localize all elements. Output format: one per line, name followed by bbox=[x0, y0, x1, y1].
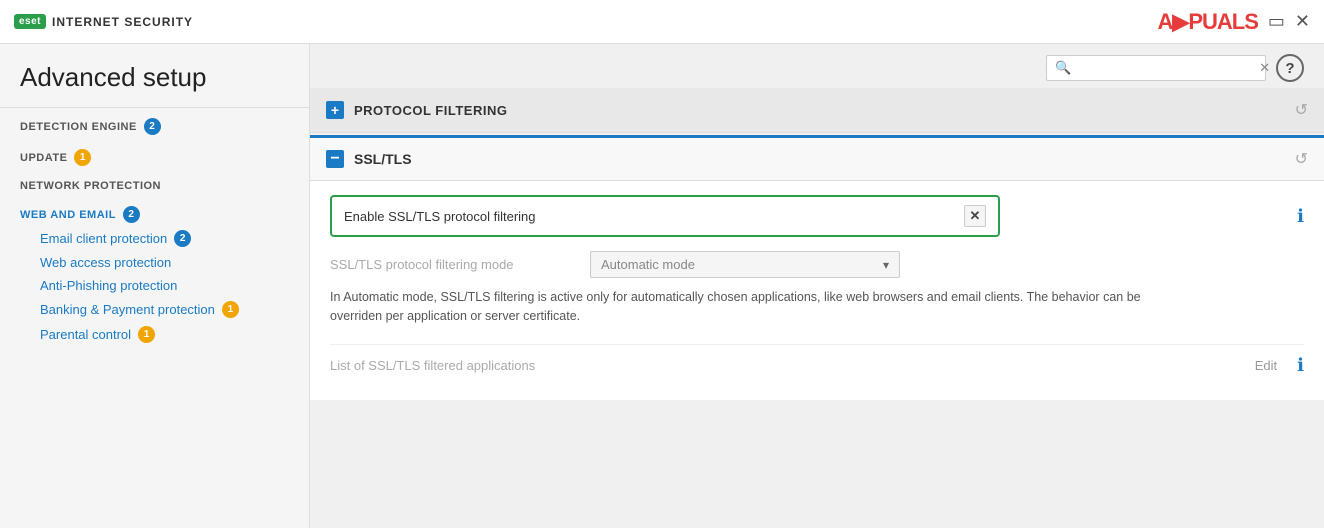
sidebar-section-network[interactable]: NETWORK PROTECTION bbox=[0, 170, 309, 196]
sidebar-label-network[interactable]: NETWORK PROTECTION bbox=[20, 180, 289, 192]
ssl-tls-panel: − SSL/TLS ↺ Enable SSL/TLS protocol filt… bbox=[310, 135, 1324, 400]
main-layout: Advanced setup DETECTION ENGINE 2 UPDATE… bbox=[0, 44, 1324, 528]
badge-detection: 2 bbox=[144, 118, 161, 135]
eset-badge: eset bbox=[14, 14, 46, 29]
filter-mode-select[interactable]: Automatic mode ▾ bbox=[590, 251, 900, 278]
ssl-tls-header: − SSL/TLS ↺ bbox=[310, 135, 1324, 181]
sidebar: Advanced setup DETECTION ENGINE 2 UPDATE… bbox=[0, 44, 310, 528]
ssl-tls-title: SSL/TLS bbox=[354, 151, 1285, 167]
badge-banking: 1 bbox=[222, 301, 239, 318]
sidebar-section-update[interactable]: UPDATE 1 bbox=[0, 139, 309, 170]
top-bar-left: eset INTERNET SECURITY bbox=[14, 14, 193, 29]
sidebar-item-banking[interactable]: Banking & Payment protection 1 bbox=[40, 298, 289, 321]
sidebar-label-update[interactable]: UPDATE 1 bbox=[20, 149, 289, 166]
filter-mode-chevron-icon: ▾ bbox=[883, 258, 889, 272]
search-box[interactable]: 🔍 ✕ bbox=[1046, 55, 1266, 81]
badge-email-client: 2 bbox=[174, 230, 191, 247]
appuals-logo: A▶PUALS bbox=[1158, 9, 1258, 35]
content-header: 🔍 ✕ ? bbox=[310, 44, 1324, 88]
sidebar-section-detection[interactable]: DETECTION ENGINE 2 bbox=[0, 108, 309, 139]
filtered-apps-row: List of SSL/TLS filtered applications Ed… bbox=[330, 344, 1304, 386]
eset-logo: eset INTERNET SECURITY bbox=[14, 14, 193, 29]
sidebar-section-web-email[interactable]: WEB AND EMAIL 2 Email client protection … bbox=[0, 196, 309, 350]
sidebar-item-web-access[interactable]: Web access protection bbox=[40, 252, 289, 273]
enable-ssl-box[interactable]: Enable SSL/TLS protocol filtering ✕ bbox=[330, 195, 1000, 237]
enable-ssl-row: Enable SSL/TLS protocol filtering ✕ ℹ bbox=[330, 195, 1304, 237]
search-input[interactable] bbox=[1077, 61, 1253, 76]
sidebar-items-web-email: Email client protection 2 Web access pro… bbox=[20, 223, 289, 346]
help-button[interactable]: ? bbox=[1276, 54, 1304, 82]
ssl-tls-reset[interactable]: ↺ bbox=[1295, 149, 1308, 169]
enable-ssl-label: Enable SSL/TLS protocol filtering bbox=[344, 209, 954, 224]
badge-web-email: 2 bbox=[123, 206, 140, 223]
sidebar-title: Advanced setup bbox=[0, 44, 309, 108]
close-icon[interactable]: ✕ bbox=[1295, 11, 1310, 32]
protocol-filtering-title: PROTOCOL FILTERING bbox=[354, 103, 1285, 118]
protocol-filtering-panel: + PROTOCOL FILTERING ↺ bbox=[310, 88, 1324, 133]
window-controls: ▭ ✕ bbox=[1268, 11, 1310, 32]
filtered-apps-label: List of SSL/TLS filtered applications bbox=[330, 358, 1255, 373]
enable-ssl-info-icon[interactable]: ℹ bbox=[1277, 206, 1304, 227]
filtered-apps-info-icon[interactable]: ℹ bbox=[1297, 355, 1304, 376]
sidebar-item-email-client[interactable]: Email client protection 2 bbox=[40, 227, 289, 250]
ssl-tls-content: Enable SSL/TLS protocol filtering ✕ ℹ SS… bbox=[310, 181, 1324, 400]
search-clear-icon[interactable]: ✕ bbox=[1259, 60, 1270, 76]
badge-update: 1 bbox=[74, 149, 91, 166]
protocol-filtering-reset[interactable]: ↺ bbox=[1295, 100, 1308, 120]
checkbox-x-icon: ✕ bbox=[970, 208, 981, 224]
ssl-tls-toggle[interactable]: − bbox=[326, 150, 344, 168]
eset-product-name: INTERNET SECURITY bbox=[52, 15, 193, 29]
top-bar: eset INTERNET SECURITY A▶PUALS ▭ ✕ bbox=[0, 0, 1324, 44]
filtered-apps-edit-button[interactable]: Edit bbox=[1255, 358, 1277, 373]
search-icon: 🔍 bbox=[1055, 60, 1071, 76]
sidebar-item-anti-phishing[interactable]: Anti-Phishing protection bbox=[40, 275, 289, 296]
protocol-filtering-header: + PROTOCOL FILTERING ↺ bbox=[310, 88, 1324, 133]
ssl-description: In Automatic mode, SSL/TLS filtering is … bbox=[330, 288, 1150, 326]
sidebar-item-parental[interactable]: Parental control 1 bbox=[40, 323, 289, 346]
filter-mode-row: SSL/TLS protocol filtering mode Automati… bbox=[330, 251, 1304, 278]
content-area: 🔍 ✕ ? + PROTOCOL FILTERING ↺ − SSL/TLS bbox=[310, 44, 1324, 528]
filter-mode-label: SSL/TLS protocol filtering mode bbox=[330, 257, 590, 272]
protocol-filtering-toggle[interactable]: + bbox=[326, 101, 344, 119]
badge-parental: 1 bbox=[138, 326, 155, 343]
top-bar-right: A▶PUALS ▭ ✕ bbox=[1158, 9, 1310, 35]
filter-mode-value: Automatic mode bbox=[601, 257, 695, 272]
sidebar-label-web-email[interactable]: WEB AND EMAIL 2 bbox=[20, 206, 289, 223]
content-scroll: + PROTOCOL FILTERING ↺ − SSL/TLS ↺ Enabl… bbox=[310, 88, 1324, 528]
enable-ssl-checkbox[interactable]: ✕ bbox=[964, 205, 986, 227]
sidebar-label-detection[interactable]: DETECTION ENGINE 2 bbox=[20, 118, 289, 135]
monitor-icon[interactable]: ▭ bbox=[1268, 11, 1285, 32]
